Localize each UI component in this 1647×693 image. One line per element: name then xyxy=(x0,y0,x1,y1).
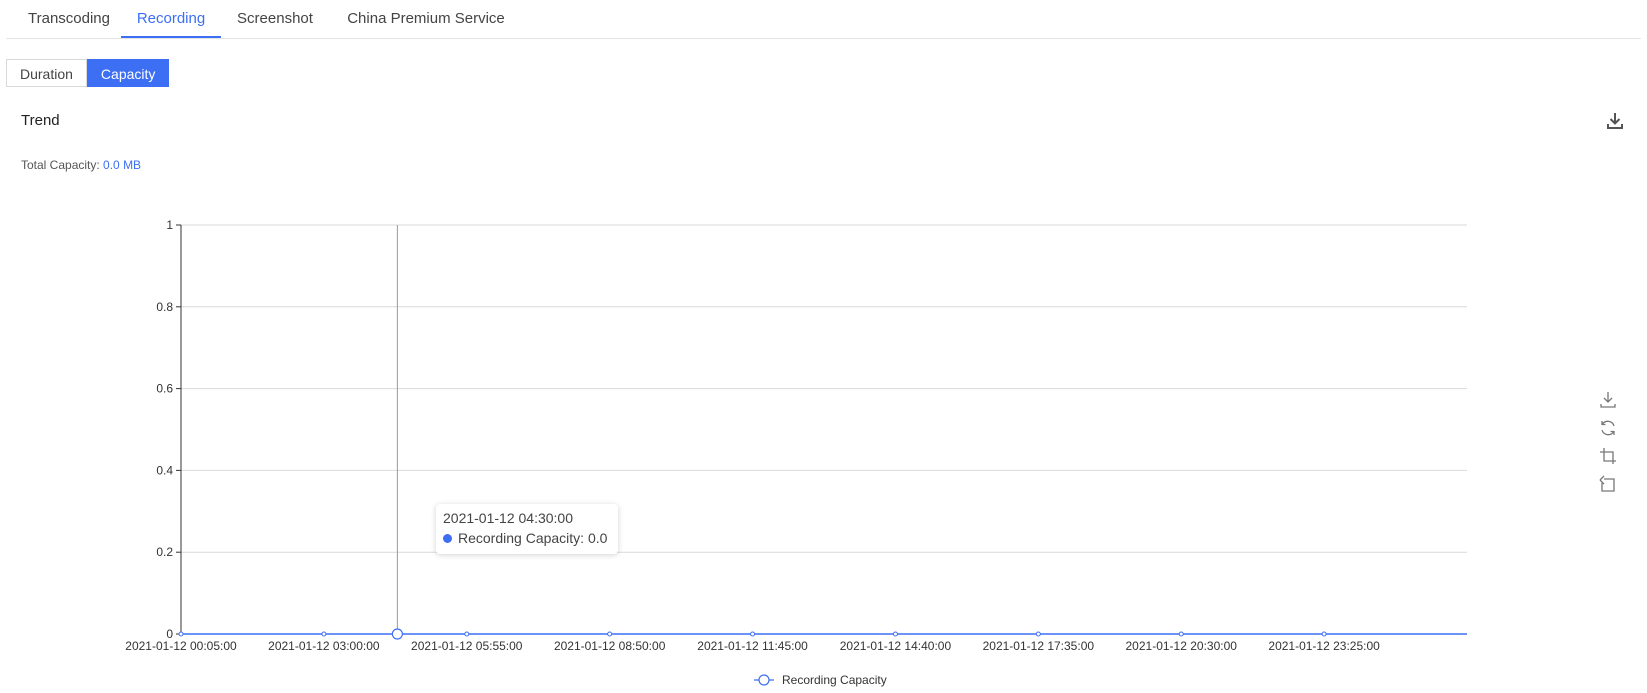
save-image-icon[interactable] xyxy=(1598,390,1618,410)
chart-toolbox xyxy=(1598,390,1622,502)
data-point xyxy=(464,631,470,637)
x-tick-label: 2021-01-12 03:00:00 xyxy=(268,639,380,653)
x-tick-label: 2021-01-12 20:30:00 xyxy=(1126,639,1238,653)
y-tick-label: 0.6 xyxy=(156,382,173,396)
data-point xyxy=(607,631,613,637)
y-tick-label: 0.2 xyxy=(156,545,173,559)
data-point xyxy=(178,631,184,637)
data-point xyxy=(321,631,327,637)
x-tick-label: 2021-01-12 11:45:00 xyxy=(697,639,808,653)
x-tick-label: 2021-01-12 23:25:00 xyxy=(1268,639,1380,653)
legend-marker xyxy=(758,674,770,686)
data-point xyxy=(1178,631,1184,637)
trend-line-chart: 00.20.40.60.812021-01-12 00:05:00 2021-01… xyxy=(125,218,1467,687)
y-tick-label: 0.4 xyxy=(156,463,173,477)
tooltip-time: 2021-01-12 04:30:00 xyxy=(443,510,573,526)
highlight-point xyxy=(391,628,403,640)
data-point xyxy=(892,631,898,637)
data-point xyxy=(1321,631,1327,637)
data-point xyxy=(1035,631,1041,637)
tooltip-series-name: Recording Capacity xyxy=(458,530,581,546)
zoom-reset-icon[interactable] xyxy=(1598,474,1618,494)
tooltip-series-dot xyxy=(443,533,452,543)
zoom-icon[interactable] xyxy=(1598,446,1618,466)
data-point xyxy=(750,631,756,637)
x-tick-label: 2021-01-12 17:35:00 xyxy=(983,639,1095,653)
x-tick-label: 2021-01-12 08:50:00 xyxy=(554,639,666,653)
chart-tooltip: 2021-01-12 04:30:00 Recording Capacity: … xyxy=(436,504,618,554)
x-tick-label: 2021-01-12 05:55:00 xyxy=(411,639,523,653)
x-tick-label: 2021-01-12 00:05:00 xyxy=(125,639,237,653)
y-tick-label: 0.8 xyxy=(156,300,173,314)
refresh-icon[interactable] xyxy=(1598,418,1618,438)
legend-label: Recording Capacity xyxy=(782,673,887,687)
x-tick-label: 2021-01-12 14:40:00 xyxy=(840,639,952,653)
tooltip-value: 0.0 xyxy=(587,530,608,546)
y-tick-label: 1 xyxy=(166,218,173,232)
